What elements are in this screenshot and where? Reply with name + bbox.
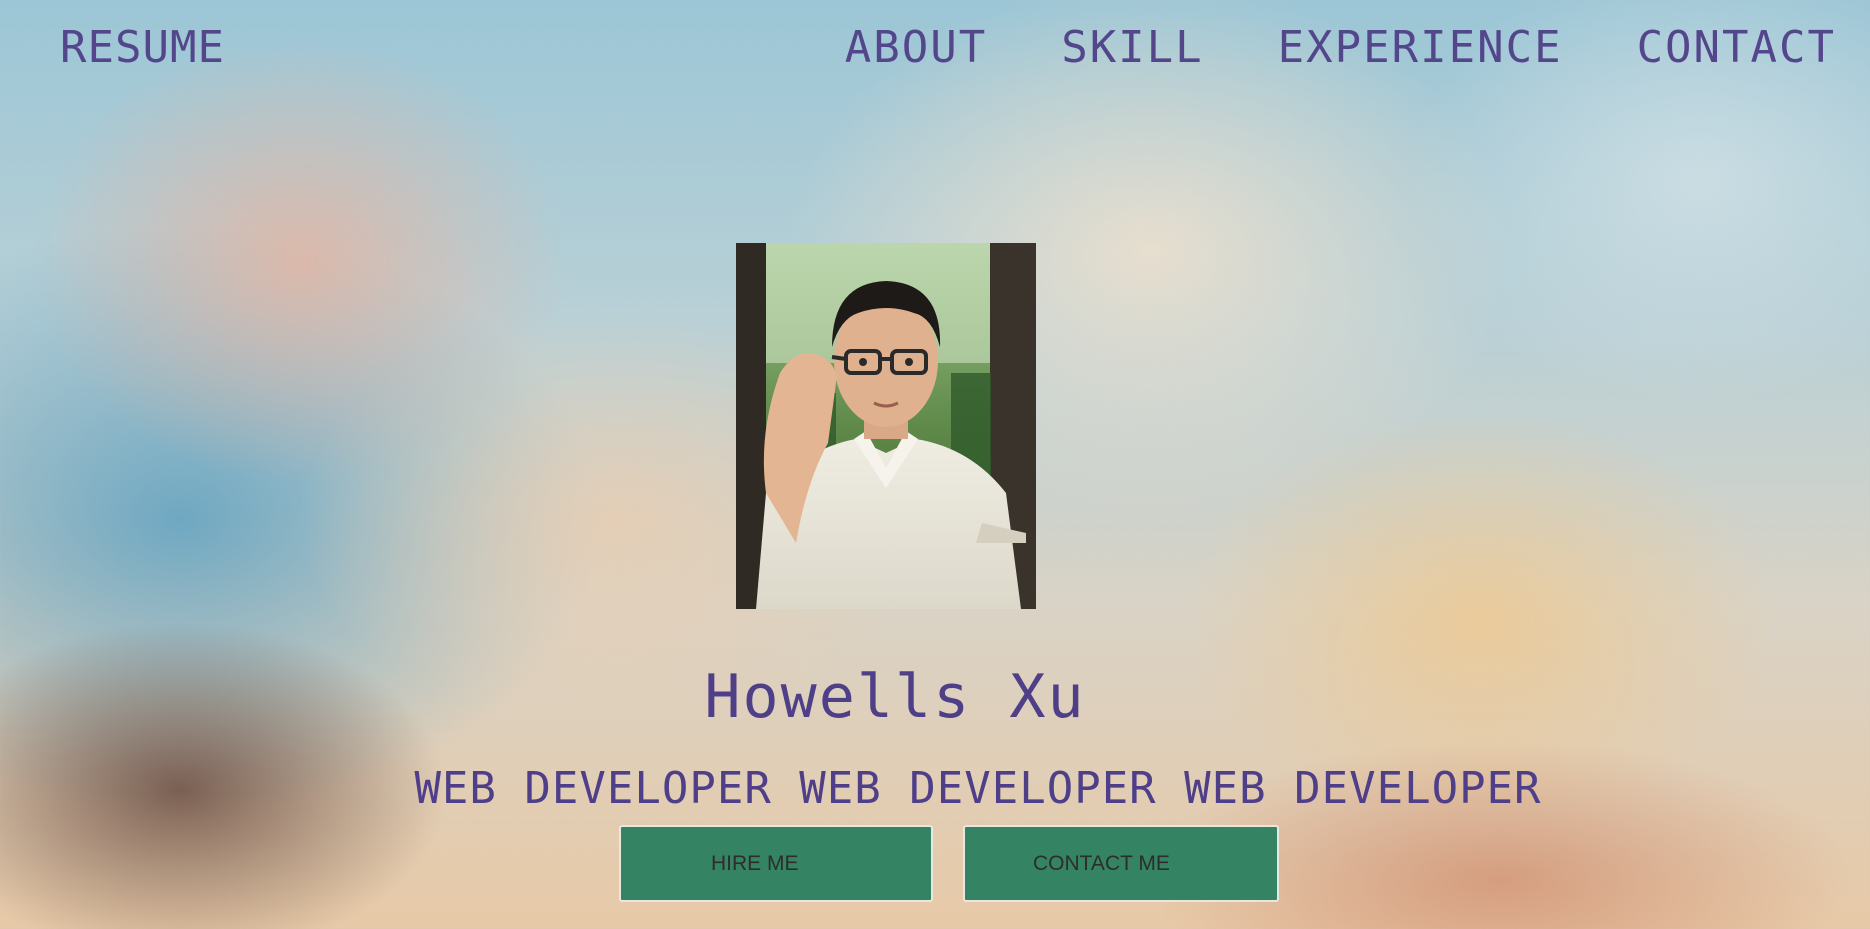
profile-photo [736,243,1036,609]
brand-logo[interactable]: RESUME [60,22,225,73]
contact-me-label: CONTACT ME [1033,851,1170,875]
profile-photo-illustration [736,243,1036,609]
hire-me-button[interactable]: HIRE ME [619,825,933,902]
top-navigation: RESUME ABOUT SKILL EXPERIENCE CONTACT [0,0,1870,100]
contact-me-button[interactable]: CONTACT ME [963,825,1279,902]
nav-link-contact[interactable]: CONTACT [1637,22,1836,73]
person-name: Howells Xu [704,662,1086,732]
nav-link-experience[interactable]: EXPERIENCE [1278,22,1563,73]
nav-links: ABOUT SKILL EXPERIENCE CONTACT [845,22,1836,73]
nav-link-about[interactable]: ABOUT [845,22,987,73]
nav-link-skill[interactable]: SKILL [1061,22,1203,73]
job-title-tagline: WEB DEVELOPER WEB DEVELOPER WEB DEVELOPE… [414,763,1542,814]
hire-me-label: HIRE ME [711,851,799,875]
